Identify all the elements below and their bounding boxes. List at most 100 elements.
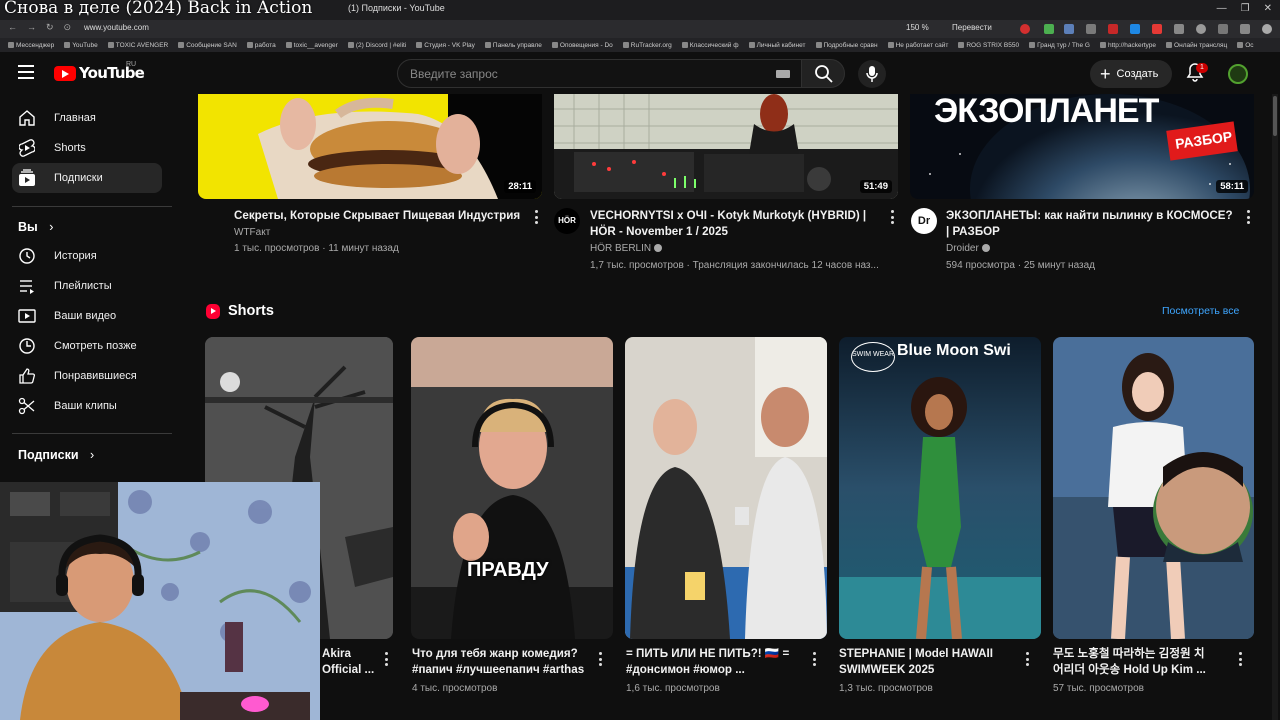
bookmark-item[interactable]: YouTube xyxy=(64,42,98,49)
video-thumbnail[interactable]: 51:49 xyxy=(554,94,898,199)
more-options-icon[interactable] xyxy=(890,210,894,224)
bookmark-item[interactable]: Онлайн трансляц xyxy=(1166,42,1227,49)
url-field[interactable]: www.youtube.com xyxy=(84,23,149,32)
create-button[interactable]: + Создать xyxy=(1090,60,1172,88)
short-title-line: #донсимон #юмор ... xyxy=(626,663,745,676)
bookmark-item[interactable]: Сообщение SAN xyxy=(178,42,237,49)
translate-button[interactable]: Перевести xyxy=(952,23,992,32)
search-button[interactable] xyxy=(801,59,845,88)
sidebar-item-label: Ваши видео xyxy=(54,310,117,322)
channel-avatar[interactable]: HÖR xyxy=(554,208,580,234)
extension-icon[interactable] xyxy=(1130,24,1140,34)
see-all-link[interactable]: Посмотреть все xyxy=(1162,305,1239,317)
sidebar-item-watch-later[interactable]: Смотреть позже xyxy=(12,331,162,361)
site-info-icon[interactable]: ⊙ xyxy=(64,22,72,33)
sidebar-item-your-videos[interactable]: Ваши видео xyxy=(12,301,162,331)
extension-icon[interactable] xyxy=(1086,24,1096,34)
short-title[interactable]: Что для тебя жанр комедия? #папич #лучше… xyxy=(412,646,592,678)
sidebar-item-liked[interactable]: Понравившиеся xyxy=(12,361,162,391)
extension-icon[interactable] xyxy=(1240,24,1250,34)
youtube-header: YouTube RU + Создать 1 xyxy=(0,52,1280,94)
bookmark-item[interactable]: Панель управле xyxy=(484,42,542,49)
browser-tab-title[interactable]: (1) Подписки - YouTube xyxy=(348,3,445,13)
bookmark-item[interactable]: Гранд тур / The G xyxy=(1029,42,1090,49)
keyboard-icon[interactable] xyxy=(776,70,790,78)
channel-name[interactable]: HÖR BERLIN xyxy=(590,243,651,254)
zoom-level[interactable]: 150 % xyxy=(906,23,929,32)
short-thumbnail[interactable] xyxy=(625,337,827,639)
more-options-icon[interactable] xyxy=(384,652,388,666)
bookmark-item[interactable]: Классический ф xyxy=(681,42,739,49)
playlists-icon xyxy=(18,277,36,295)
bookmark-item[interactable]: toxic__avenger xyxy=(285,42,338,49)
bookmark-item[interactable]: TOXIC AVENGER xyxy=(107,42,168,49)
bookmark-item[interactable]: Мессенджер xyxy=(8,42,54,49)
download-icon[interactable] xyxy=(1044,24,1054,34)
bookmark-item[interactable]: Не работает сайт xyxy=(887,42,948,49)
bookmark-item[interactable]: работа xyxy=(246,42,276,49)
short-thumbnail[interactable] xyxy=(1053,337,1254,639)
bookmark-item[interactable]: Оповещения - Do xyxy=(551,42,613,49)
scrollbar-track[interactable] xyxy=(1272,94,1278,720)
more-options-icon[interactable] xyxy=(1238,652,1242,666)
channel-avatar[interactable]: Dr xyxy=(911,208,937,234)
short-title[interactable]: STEPHANIE | Model HAWAII SWIMWEEK 2025 xyxy=(839,646,1019,678)
sidebar-item-subscriptions[interactable]: Подписки xyxy=(12,163,162,193)
sidebar-item-playlists[interactable]: Плейлисты xyxy=(12,271,162,301)
forward-icon[interactable]: → xyxy=(27,22,36,33)
minimize-icon[interactable]: — xyxy=(1217,3,1227,14)
scrollbar-thumb[interactable] xyxy=(1273,96,1277,136)
bookmark-item[interactable]: RuTracker.org xyxy=(622,42,672,49)
sidebar-subscriptions-heading[interactable]: Подписки › xyxy=(18,448,94,462)
extension-icon[interactable] xyxy=(1064,24,1074,34)
menu-icon[interactable] xyxy=(18,65,34,79)
bookmark-item[interactable]: (2) Discord | #eliti xyxy=(347,42,406,49)
profile-icon[interactable] xyxy=(1262,24,1272,34)
short-title[interactable]: = ПИТЬ ИЛИ НЕ ПИТЬ?! 🇷🇺 = #донсимон #юмо… xyxy=(626,646,806,678)
reload-icon[interactable]: ↻ xyxy=(46,22,54,33)
extension-icon[interactable] xyxy=(1174,24,1184,34)
channel-name[interactable]: WTFакт xyxy=(234,225,270,241)
extension-icon[interactable] xyxy=(1108,24,1118,34)
bookmark-label: YouTube xyxy=(72,41,98,49)
bookmark-favicon-icon xyxy=(246,42,253,48)
more-options-icon[interactable] xyxy=(1246,210,1250,224)
bookmark-item[interactable]: Студия - VK Play xyxy=(416,42,475,49)
brand-logo: SWIM WEAR xyxy=(851,342,895,372)
short-title[interactable]: Akira Official ... xyxy=(322,646,374,678)
short-title[interactable]: 무도 노홍철 따라하는 김정원 치 어리더 아웃송 Hold Up Kim ..… xyxy=(1053,646,1233,678)
sidebar-you-heading[interactable]: Вы › xyxy=(18,220,53,234)
bookmark-item[interactable]: Личный кабинет xyxy=(748,42,806,49)
video-title[interactable]: VECHORNYTSI x ОЧІ - Kotyk Murkotyk (HYBR… xyxy=(590,208,880,240)
voice-search-button[interactable] xyxy=(858,60,886,88)
back-icon[interactable]: ← xyxy=(8,22,17,33)
channel-name[interactable]: Droider xyxy=(946,243,979,254)
search-input[interactable] xyxy=(410,66,770,81)
bookmark-item[interactable]: Ос xyxy=(1237,42,1254,49)
maximize-icon[interactable]: ❐ xyxy=(1241,3,1250,14)
bookmark-item[interactable]: Подробные сравн xyxy=(815,42,878,49)
video-thumbnail[interactable]: ЭКЗОПЛАНЕТ РАЗБОР 58:11 xyxy=(910,94,1254,199)
video-thumbnail[interactable]: 28:11 xyxy=(198,94,542,199)
more-options-icon[interactable] xyxy=(534,210,538,224)
sidebar-item-clips[interactable]: Ваши клипы xyxy=(12,391,162,421)
sidebar-item-history[interactable]: История xyxy=(12,241,162,271)
close-icon[interactable]: ✕ xyxy=(1264,3,1272,14)
short-thumbnail[interactable]: ПРАВДУ xyxy=(411,337,613,639)
short-thumbnail[interactable]: SWIM WEAR Blue Moon Swi xyxy=(839,337,1041,639)
sidebar-item-shorts[interactable]: Shorts xyxy=(12,133,162,163)
more-options-icon[interactable] xyxy=(812,652,816,666)
video-title[interactable]: Секреты, Которые Скрывает Пищевая Индуст… xyxy=(234,208,522,224)
extension-icon[interactable] xyxy=(1196,24,1206,34)
account-avatar[interactable] xyxy=(1228,64,1248,84)
bookmark-item[interactable]: ROG STRIX B550 xyxy=(958,42,1019,49)
bookmark-item[interactable]: http://hackertype xyxy=(1099,42,1156,49)
extension-icon[interactable] xyxy=(1218,24,1228,34)
sidebar-item-home[interactable]: Главная xyxy=(12,103,162,133)
extension-icon[interactable] xyxy=(1152,24,1162,34)
more-options-icon[interactable] xyxy=(598,652,602,666)
liked-icon xyxy=(18,367,36,385)
video-title[interactable]: ЭКЗОПЛАНЕТЫ: как найти пылинку в КОСМОСЕ… xyxy=(946,208,1238,240)
more-options-icon[interactable] xyxy=(1025,652,1029,666)
extension-icon[interactable] xyxy=(1020,24,1030,34)
